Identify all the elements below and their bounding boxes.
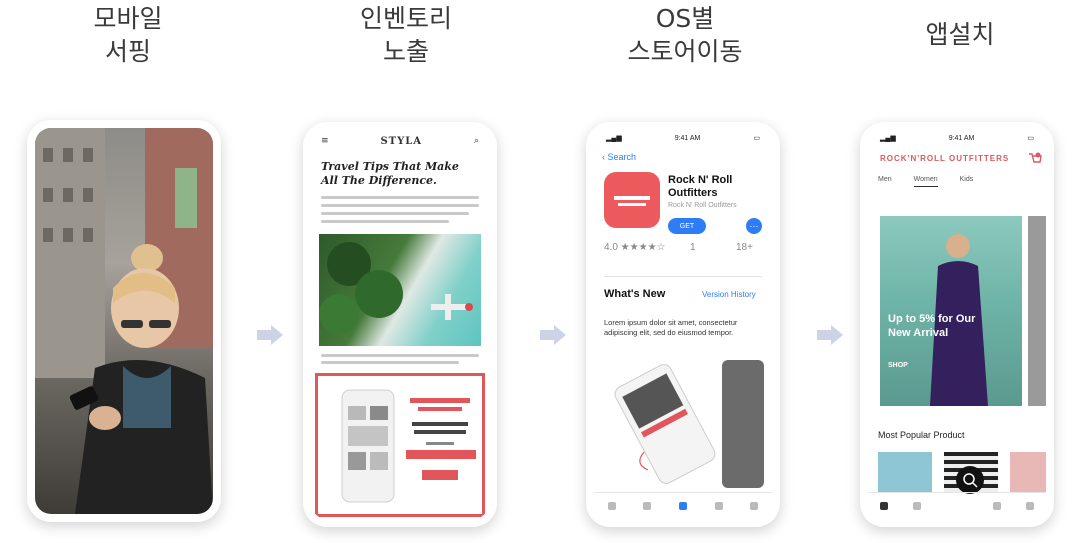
phone-mobile-surfing — [27, 120, 221, 522]
woman-with-phone-photo — [35, 128, 213, 514]
more-button[interactable]: ··· — [746, 218, 762, 234]
app-name: Rock N' Roll Outfitters — [668, 174, 733, 199]
rating-stat: 4.0 ★★★★☆ — [604, 242, 666, 253]
battery-icon: ▭ — [1027, 135, 1034, 142]
tab-apps-icon[interactable] — [678, 502, 687, 510]
app-screenshots — [614, 360, 764, 488]
phone-app-store: ▂▄▆ 9:41 AM ▭ ‹ Search Rock N' Roll Outf… — [586, 122, 780, 527]
banner-headline: Up to 5% for Our New Arrival — [888, 312, 975, 340]
nav-product-icon[interactable] — [912, 502, 921, 510]
arrow-right-icon — [817, 325, 843, 345]
phone-screen: ▂▄▆ 9:41 AM ▭ ROCK'N'ROLL OUTFITTERS Men… — [868, 130, 1046, 519]
nav-home-icon[interactable] — [880, 502, 889, 510]
search-icon[interactable]: ⌕ — [474, 136, 479, 146]
popular-section-title: Most Popular Product — [878, 430, 965, 440]
shop-link[interactable]: SHOP — [888, 362, 908, 369]
search-icon — [963, 473, 978, 488]
beach-seaplane-image — [319, 234, 481, 346]
phone-screen — [35, 128, 213, 514]
age-stat: 18+ — [736, 242, 753, 253]
next-banner-peek — [1028, 216, 1046, 406]
product-thumb[interactable] — [1010, 452, 1046, 492]
step-title-line: 앱설치 — [925, 20, 995, 49]
whats-new-title: What's New — [604, 288, 666, 300]
step-title-line: 노출 — [382, 37, 429, 66]
app-developer: Rock N' Roll Outfitters — [668, 202, 737, 209]
banner-line-2: New Arrival — [888, 327, 949, 339]
app-logo-icon — [614, 196, 650, 206]
signal-icon: ▂▄▆ — [880, 135, 896, 142]
version-history-link[interactable]: Version History — [702, 290, 756, 299]
tab-men[interactable]: Men — [878, 176, 892, 187]
tab-bar — [594, 492, 772, 519]
search-fab[interactable] — [956, 466, 984, 494]
phone-inventory-exposure: ≡ STYLA ⌕ Travel Tips That Make All The … — [303, 122, 497, 527]
status-bar: ▂▄▆ 9:41 AM ▭ — [594, 130, 772, 146]
phone-screen: ≡ STYLA ⌕ Travel Tips That Make All The … — [311, 130, 489, 519]
status-bar: ▂▄▆ 9:41 AM ▭ — [868, 130, 1046, 146]
article-text-line — [321, 220, 449, 223]
ad-creative — [341, 389, 476, 503]
article-headline: Travel Tips That Make All The Difference… — [321, 160, 459, 187]
step-title-mobile-surfing: 모바일 서핑 — [28, 2, 228, 68]
article-text-line — [321, 361, 459, 364]
divider — [604, 276, 762, 277]
get-button[interactable]: GET — [668, 218, 706, 234]
category-tabs: Men Women Kids — [878, 176, 973, 187]
tab-kids[interactable]: Kids — [960, 176, 974, 187]
ad-inventory-slot[interactable] — [315, 373, 485, 517]
tab-updates-icon[interactable] — [714, 502, 723, 510]
menu-icon[interactable]: ≡ — [321, 136, 329, 146]
step-title-inventory-exposure: 인벤토리 노출 — [306, 2, 506, 68]
arrow-right-icon — [540, 325, 566, 345]
promo-banner[interactable]: Up to 5% for Our New Arrival SHOP — [880, 216, 1022, 406]
status-time: 9:41 AM — [674, 134, 701, 142]
step-title-line: OS별 — [655, 4, 715, 33]
app-brand: ROCK'N'ROLL OUTFITTERS — [880, 154, 1010, 163]
step-title-store-move: OS별 스토어이동 — [585, 2, 785, 68]
arrow-right-icon — [257, 325, 283, 345]
back-label: Search — [607, 152, 637, 162]
tab-games-icon[interactable] — [643, 502, 652, 510]
step-title-line: 스토어이동 — [627, 37, 743, 66]
battery-icon: ▭ — [753, 135, 760, 142]
tab-women[interactable]: Women — [913, 176, 938, 187]
tab-today-icon[interactable] — [607, 502, 616, 510]
article-text-line — [321, 354, 479, 357]
article-text-line — [321, 196, 479, 199]
app-icon — [604, 172, 660, 228]
step-title-line: 인벤토리 — [359, 4, 452, 33]
product-thumb[interactable] — [878, 452, 932, 492]
cart-icon[interactable] — [1028, 152, 1042, 166]
step-title-app-install: 앱설치 — [860, 18, 1060, 51]
bottom-nav — [868, 492, 1046, 519]
tab-search-icon[interactable] — [750, 502, 759, 510]
rank-stat: 1 — [690, 242, 696, 253]
step-title-line: 서핑 — [104, 37, 151, 66]
status-time: 9:41 AM — [948, 134, 975, 142]
model-photo — [930, 234, 988, 406]
nav-profile-icon[interactable] — [1025, 502, 1034, 510]
article-text-line — [321, 212, 469, 215]
article-text-line — [321, 204, 479, 207]
article-topbar: ≡ STYLA ⌕ — [311, 130, 489, 152]
publisher-logo: STYLA — [380, 135, 423, 147]
signal-icon: ▂▄▆ — [606, 135, 622, 142]
phone-screen: ▂▄▆ 9:41 AM ▭ ‹ Search Rock N' Roll Outf… — [594, 130, 772, 519]
photo-illustration — [35, 128, 213, 514]
seaplane-illustration — [319, 242, 473, 334]
back-button[interactable]: ‹ Search — [602, 152, 636, 162]
release-notes: Lorem ipsum dolor sit amet, consectetur … — [604, 318, 738, 337]
nav-bag-icon[interactable] — [993, 502, 1002, 510]
step-title-line: 모바일 — [93, 4, 163, 33]
banner-line-1: Up to 5% for Our — [888, 313, 976, 325]
phone-app-installed: ▂▄▆ 9:41 AM ▭ ROCK'N'ROLL OUTFITTERS Men… — [860, 122, 1054, 527]
